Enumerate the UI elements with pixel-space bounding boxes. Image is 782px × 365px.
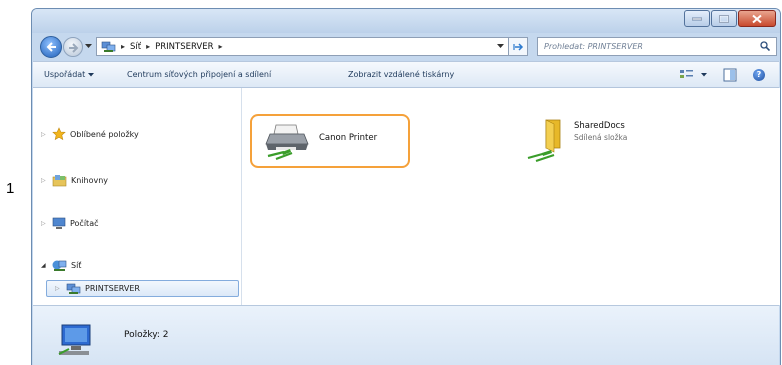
printer-name: Canon Printer: [319, 133, 378, 143]
network-icon: [101, 41, 116, 52]
step-number: 1: [6, 180, 15, 197]
refresh-button[interactable]: [509, 37, 528, 56]
file-item-shareddocs[interactable]: SharedDocs Sdílená složka: [524, 118, 704, 166]
help-icon[interactable]: ?: [753, 69, 765, 81]
chevron-down-icon[interactable]: [701, 73, 707, 77]
sidebar-item-network[interactable]: ◢ Síť: [41, 257, 81, 273]
sidebar-item-label: Oblíbené položky: [70, 129, 139, 139]
network-computer-icon: [58, 324, 91, 355]
server-icon: [66, 283, 81, 294]
file-item-canon-printer[interactable]: Canon Printer: [250, 114, 410, 168]
back-button[interactable]: [40, 36, 62, 58]
computer-icon: [52, 217, 66, 229]
arrow-right-icon: [69, 43, 79, 53]
recent-pages-icon[interactable]: [85, 44, 92, 49]
preview-pane-icon[interactable]: [723, 68, 737, 82]
command-bar: Uspořádat Centrum síťových připojení a s…: [33, 61, 779, 88]
item-count: Položky: 2: [124, 330, 169, 340]
breadcrumb-separator[interactable]: ▸: [219, 42, 223, 51]
breadcrumb-separator[interactable]: ▸: [121, 42, 125, 51]
refresh-icon: [513, 43, 524, 51]
network-printer-icon: [265, 124, 309, 161]
sidebar-item-libraries[interactable]: ▷ Knihovny: [41, 172, 108, 188]
address-bar[interactable]: ▸ Síť ▸ PRINTSERVER ▸: [96, 37, 509, 56]
explorer-window: ▸ Síť ▸ PRINTSERVER ▸ Uspořádat Centrum …: [31, 8, 781, 365]
expand-icon[interactable]: ▷: [55, 285, 64, 292]
address-row: ▸ Síť ▸ PRINTSERVER ▸: [32, 33, 780, 59]
arrow-left-icon: [46, 42, 56, 52]
sidebar-item-printserver[interactable]: ▷ PRINTSERVER: [46, 280, 239, 297]
forward-button[interactable]: [63, 37, 83, 57]
search-input[interactable]: [537, 37, 777, 56]
search-icon[interactable]: [760, 41, 770, 51]
close-icon: [752, 14, 762, 23]
organize-button[interactable]: Uspořádat: [44, 70, 95, 79]
sidebar-item-favorites[interactable]: ▷ Oblíbené položky: [41, 126, 139, 142]
minimize-icon: [692, 17, 702, 20]
libraries-icon: [52, 174, 67, 186]
sidebar-item-label: Počítač: [70, 218, 99, 228]
chevron-down-icon[interactable]: [497, 44, 504, 49]
network-icon: [52, 260, 67, 271]
navigation-pane: ▷ Oblíbené položky ▷ Knihovny ▷ Počítač …: [33, 88, 242, 305]
sidebar-item-label: PRINTSERVER: [85, 284, 140, 293]
view-options-icon[interactable]: [679, 68, 695, 82]
sidebar-item-label: Knihovny: [71, 175, 109, 185]
network-center-button[interactable]: Centrum síťových připojení a sdílení: [127, 70, 271, 79]
folder-type: Sdílená složka: [574, 133, 628, 142]
maximize-icon: [719, 14, 729, 23]
details-pane: Položky: 2: [33, 305, 779, 365]
minimize-button[interactable]: [684, 10, 710, 27]
sidebar-item-label: Síť: [71, 260, 82, 270]
expand-icon[interactable]: ▷: [41, 131, 50, 138]
close-button[interactable]: [738, 10, 776, 27]
breadcrumb-network[interactable]: Síť: [130, 42, 141, 52]
remote-printers-button[interactable]: Zobrazit vzdálené tiskárny: [348, 70, 454, 79]
breadcrumb-separator[interactable]: ▸: [146, 42, 150, 51]
breadcrumb-printserver[interactable]: PRINTSERVER: [155, 42, 213, 52]
star-icon: [52, 127, 66, 141]
expand-icon[interactable]: ▷: [41, 177, 50, 184]
content-pane: Canon Printer SharedDocs Sdílená složka: [242, 88, 780, 305]
shared-folder-icon: [527, 119, 561, 163]
expand-icon[interactable]: ▷: [41, 220, 50, 227]
maximize-button[interactable]: [711, 10, 737, 27]
caption-buttons: [683, 10, 776, 27]
sidebar-item-computer[interactable]: ▷ Počítač: [41, 215, 99, 231]
title-bar[interactable]: [32, 9, 780, 33]
chevron-down-icon: [88, 72, 95, 76]
collapse-icon[interactable]: ◢: [41, 262, 50, 269]
folder-name: SharedDocs: [574, 121, 625, 131]
organize-label: Uspořádat: [44, 70, 86, 79]
